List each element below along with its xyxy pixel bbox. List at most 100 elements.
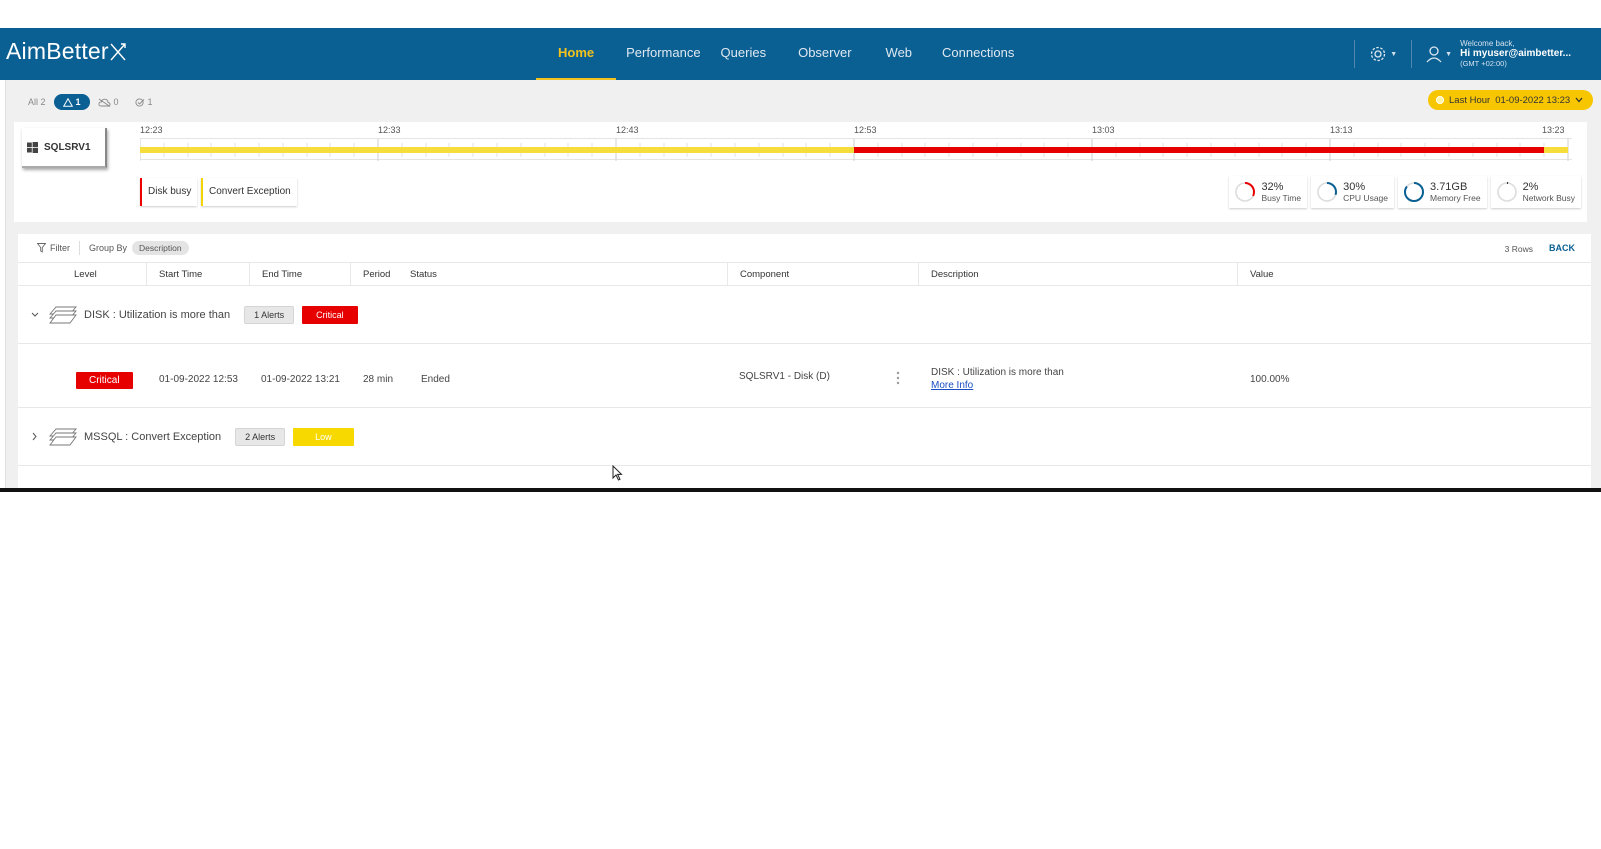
more-info-link[interactable]: More Info — [931, 380, 973, 391]
metric-label: Network Busy — [1522, 192, 1575, 203]
resolved-count: 1 — [147, 97, 153, 107]
timeline-tick: 12:43 — [616, 125, 639, 135]
alerts-count: 1 — [75, 97, 81, 107]
time-range-value: 01-09-2022 13:23 — [1495, 94, 1571, 106]
column-header-component[interactable]: Component — [727, 263, 918, 286]
metric-cpu-usage[interactable]: 30% CPU Usage — [1311, 176, 1395, 208]
gauge-track — [1496, 182, 1517, 202]
alerts-count-badge: 1 Alerts — [244, 305, 295, 324]
welcome-block: Welcome back, Hi myuser@aimbetter... (GM… — [1460, 39, 1571, 69]
filter-alerts[interactable]: 1 — [53, 94, 90, 110]
timeline-critical-segment[interactable] — [854, 147, 1544, 153]
chevron-down-icon — [1575, 97, 1583, 103]
nav-home[interactable]: Home — [536, 28, 617, 80]
logo[interactable]: AimBetter — [6, 38, 126, 65]
timeline-tick: 12:53 — [854, 125, 877, 135]
timeline-warning-segment[interactable] — [140, 147, 854, 153]
server-timeline[interactable]: 12:23 12:33 12:43 12:53 13:03 13:13 13:2… — [140, 122, 1572, 166]
check-icon — [134, 97, 144, 107]
header-right: ▼ ▼ Welcome back, Hi myuser@aimbetter...… — [1340, 28, 1571, 80]
group-by-chip[interactable]: Description — [132, 241, 189, 255]
alerts-count-badge: 2 Alerts — [235, 427, 286, 446]
end-time-cell: 01-09-2022 13:21 — [261, 374, 340, 385]
gear-icon — [1371, 46, 1386, 62]
group-row-disk[interactable]: DISK : Utilization is more than 1 Alerts… — [18, 286, 1591, 344]
nav-web[interactable]: Web — [876, 28, 933, 80]
group-title: DISK : Utilization is more than — [84, 308, 231, 321]
column-header-status[interactable]: Status — [408, 263, 727, 286]
metric-label: Busy Time — [1261, 192, 1302, 203]
column-header-period[interactable]: Period — [350, 263, 408, 286]
start-time-cell: 01-09-2022 12:53 — [159, 374, 238, 385]
timeline-tick: 13:23 — [1542, 125, 1565, 135]
server-card[interactable]: SQLSRV1 — [22, 128, 107, 168]
nav-queries[interactable]: Queries — [711, 28, 789, 80]
windows-icon — [27, 141, 38, 153]
more-options-icon[interactable] — [896, 371, 900, 385]
metric-value: 3.71GB — [1430, 180, 1468, 193]
column-header-level[interactable]: Level — [18, 263, 146, 286]
nav-performance[interactable]: Performance — [616, 28, 710, 80]
timeline-warning-segment[interactable] — [1544, 147, 1568, 153]
event-tag-disk-busy[interactable]: Disk busy — [140, 178, 198, 206]
memory-gauge-icon — [1404, 182, 1425, 202]
server-metrics: 32% Busy Time 30% CPU Usage 3.71GB Memory F… — [1229, 176, 1581, 208]
time-range-picker[interactable]: Last Hour 01-09-2022 13:23 — [1428, 90, 1594, 110]
group-title: MSSQL : Convert Exception — [84, 430, 222, 443]
metric-value: 30% — [1343, 180, 1366, 193]
timeline-tick: 12:33 — [378, 125, 401, 135]
table-toolbar: Filter Group By Description — [18, 234, 1591, 262]
metric-network-busy[interactable]: 2% Network Busy — [1490, 176, 1581, 208]
metric-label: CPU Usage — [1343, 192, 1389, 203]
header-divider — [1354, 40, 1356, 68]
logo-text: AimBetter — [6, 38, 109, 64]
left-rail[interactable] — [0, 80, 6, 488]
column-header-start-time[interactable]: Start Time — [146, 263, 249, 286]
metric-label: Memory Free — [1430, 192, 1481, 203]
filter-offline[interactable]: 0 — [98, 97, 119, 107]
chevron-right-icon[interactable] — [30, 432, 48, 442]
settings-menu[interactable]: ▼ — [1369, 45, 1397, 63]
user-icon — [1426, 46, 1442, 63]
server-name: SQLSRV1 — [44, 141, 91, 153]
filter-all[interactable]: All 2 — [28, 97, 46, 107]
rows-count: 3 Rows — [1504, 244, 1533, 254]
column-header-end-time[interactable]: End Time — [249, 263, 350, 286]
nav-connections[interactable]: Connections — [932, 28, 1024, 80]
warning-icon — [62, 97, 73, 107]
app-window: AimBetter Home Performance Queries Obser… — [0, 28, 1601, 492]
chevron-down-icon: ▼ — [1445, 50, 1453, 58]
column-header-description[interactable]: Description — [918, 263, 1237, 286]
metric-memory-free[interactable]: 3.71GB Memory Free — [1398, 176, 1487, 208]
filter-button[interactable]: Filter — [37, 243, 70, 253]
main-nav: Home Performance Queries Observer Web Co… — [536, 28, 1024, 80]
severity-badge-critical: Critical — [302, 305, 358, 324]
value-cell: 100.00% — [1250, 374, 1290, 385]
nav-observer[interactable]: Observer — [788, 28, 875, 80]
alerts-table-panel: Filter Group By Description 3 Rows BACK … — [18, 234, 1591, 488]
user-menu[interactable]: ▼ — [1426, 45, 1452, 63]
server-panel: SQLSRV1 12:23 12:33 12:43 12:53 13:03 13… — [14, 122, 1587, 222]
component-cell: SQLSRV1 - Disk (D) — [739, 371, 830, 382]
metric-value: 32% — [1261, 180, 1284, 193]
header-divider — [1411, 40, 1413, 68]
column-header-value[interactable]: Value — [1237, 263, 1577, 286]
level-badge-critical: Critical — [76, 372, 133, 389]
group-row-mssql[interactable]: MSSQL : Convert Exception 2 Alerts Low — [18, 408, 1591, 466]
status-cell: Ended — [421, 374, 450, 385]
chevron-down-icon: ▼ — [1390, 50, 1398, 58]
back-button[interactable]: BACK — [1549, 243, 1575, 253]
metric-busy-time[interactable]: 32% Busy Time — [1229, 176, 1308, 208]
mouse-cursor-icon — [612, 465, 623, 481]
chevron-down-icon[interactable] — [30, 311, 48, 319]
toolbar-divider — [79, 241, 80, 255]
table-row[interactable]: Critical 01-09-2022 12:53 01-09-2022 13:… — [18, 350, 1591, 408]
group-by-label: Group By — [89, 243, 128, 253]
filter-resolved[interactable]: 1 — [134, 97, 153, 107]
user-name: Hi myuser@aimbetter... — [1460, 48, 1571, 59]
time-range-label: Last Hour — [1449, 94, 1491, 106]
logo-mark-icon — [110, 42, 126, 60]
event-tag-convert-exception[interactable]: Convert Exception — [201, 178, 297, 206]
offline-count: 0 — [113, 97, 119, 107]
metric-value: 2% — [1522, 180, 1539, 193]
